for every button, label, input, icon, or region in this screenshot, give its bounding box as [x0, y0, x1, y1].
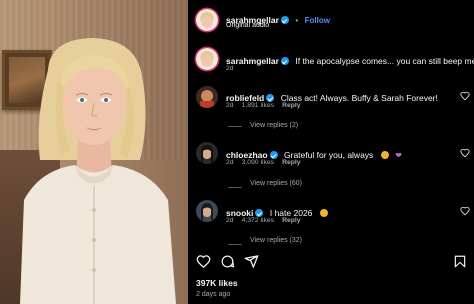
- share-icon[interactable]: [244, 254, 259, 269]
- follow-button[interactable]: Follow: [305, 16, 330, 25]
- reply-button[interactable]: Reply: [282, 159, 301, 166]
- comment-like-heart-icon[interactable]: [460, 148, 470, 158]
- verified-badge-icon: [280, 57, 289, 65]
- view-replies-button[interactable]: View replies (2): [250, 122, 298, 129]
- grin-emoji-icon: [380, 151, 389, 159]
- comment-like-heart-icon[interactable]: [460, 91, 470, 101]
- post-viewer: sarahmgellar • Follow Original audio sar…: [0, 0, 474, 304]
- post-timestamp: 2 days ago: [196, 291, 231, 298]
- audio-label[interactable]: Original audio: [226, 22, 269, 29]
- comment-time: 2d: [226, 217, 234, 224]
- bookmark-icon[interactable]: [453, 254, 467, 269]
- divider: [228, 187, 242, 188]
- comment-likes[interactable]: 4,372 likes: [242, 217, 275, 224]
- heart-icon[interactable]: [196, 254, 211, 269]
- comment-time: 2d: [226, 159, 234, 166]
- verified-badge-icon: [255, 209, 264, 217]
- view-replies-button[interactable]: View replies (32): [250, 237, 302, 244]
- comment-likes[interactable]: 3,090 likes: [242, 159, 275, 166]
- comment-avatar[interactable]: [196, 142, 218, 164]
- caption-avatar[interactable]: [196, 48, 218, 70]
- reply-button[interactable]: Reply: [282, 102, 301, 109]
- separator-dot: •: [295, 16, 299, 25]
- reply-button[interactable]: Reply: [282, 217, 301, 224]
- comment-likes[interactable]: 1,891 likes: [242, 102, 275, 109]
- verified-badge-icon: [280, 16, 289, 24]
- divider: [228, 244, 242, 245]
- divider: [228, 126, 242, 127]
- comment-avatar[interactable]: [196, 86, 218, 108]
- verified-badge-icon: [266, 94, 275, 102]
- purple-heart-emoji-icon: ❤: [395, 151, 402, 160]
- caption-time: 2d: [226, 65, 234, 72]
- view-replies-button[interactable]: View replies (60): [250, 180, 302, 187]
- comment-time: 2d: [226, 102, 234, 109]
- caption-text: If the apocalypse comes... you can still…: [295, 56, 474, 66]
- comments-panel: sarahmgellar • Follow Original audio sar…: [188, 0, 474, 304]
- post-video[interactable]: [0, 0, 188, 304]
- comment-icon[interactable]: [220, 254, 235, 269]
- author-avatar[interactable]: [196, 9, 218, 31]
- comment-avatar[interactable]: [196, 200, 218, 222]
- comment-like-heart-icon[interactable]: [460, 206, 470, 216]
- likes-count[interactable]: 397K likes: [196, 278, 238, 288]
- person-image: [20, 38, 176, 304]
- grin-emoji-icon: [319, 209, 328, 217]
- verified-badge-icon: [269, 151, 278, 159]
